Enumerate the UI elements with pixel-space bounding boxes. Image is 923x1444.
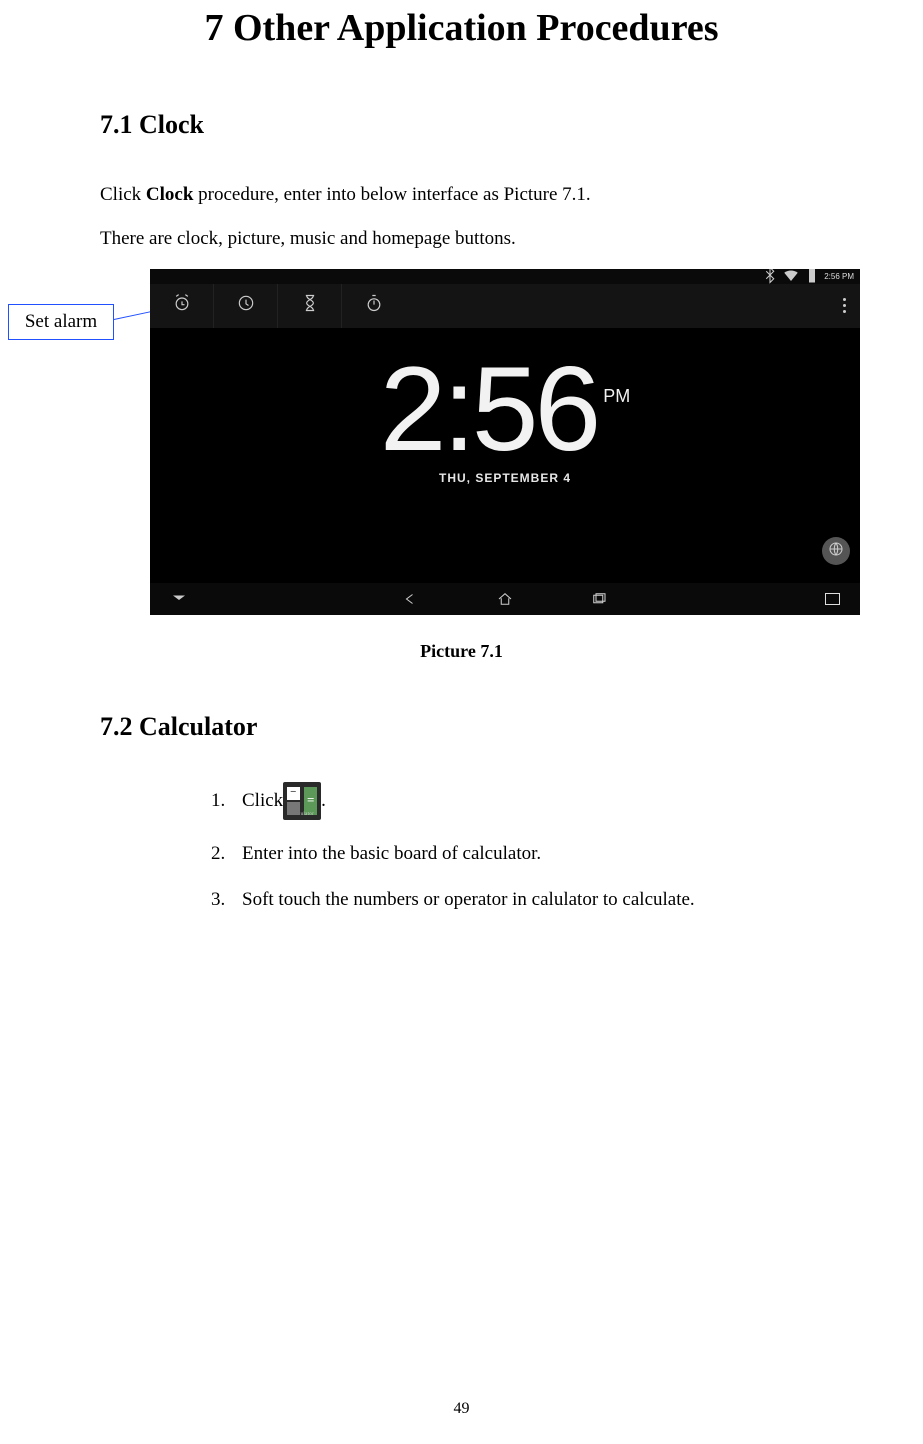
clock-display: 2:56PM THU, SEPTEMBER 4 <box>150 349 860 485</box>
minus-icon: − <box>290 785 296 799</box>
text: . <box>321 790 326 811</box>
status-time: 2:56 PM <box>824 272 854 281</box>
globe-button[interactable] <box>822 537 850 565</box>
icon-label: Calculator <box>283 812 321 819</box>
wifi-icon <box>782 269 800 287</box>
calculator-steps-list: Click − + = Calculator . Enter into the … <box>230 782 823 913</box>
tab-stopwatch[interactable] <box>342 284 406 328</box>
callout-set-alarm: Set alarm <box>8 304 114 340</box>
text: Click <box>100 184 146 205</box>
clock-tab-row <box>150 284 860 328</box>
dot-icon <box>843 298 846 301</box>
time-ampm: PM <box>603 386 630 406</box>
text: Click <box>242 790 283 811</box>
globe-icon <box>827 540 845 561</box>
time-value: 2:56 <box>380 342 598 476</box>
alarm-icon <box>172 293 192 318</box>
section-7-1-para-1: Click Clock procedure, enter into below … <box>100 180 823 210</box>
text: procedure, enter into below interface as… <box>193 184 590 205</box>
figure-caption-7-1: Picture 7.1 <box>100 641 823 662</box>
tab-alarm[interactable] <box>150 284 214 328</box>
bluetooth-icon <box>761 269 779 287</box>
section-7-2-title: 7.2 Calculator <box>100 712 823 742</box>
page-number: 49 <box>0 1400 923 1418</box>
page-title: 7 Other Application Procedures <box>100 6 823 50</box>
equals-icon: = <box>304 787 317 815</box>
clock-date: THU, SEPTEMBER 4 <box>150 471 860 485</box>
tab-clock[interactable] <box>214 284 278 328</box>
stopwatch-icon <box>364 293 384 318</box>
dot-icon <box>843 304 846 307</box>
clock-time: 2:56PM <box>150 349 860 469</box>
volume-down-icon[interactable] <box>170 588 188 609</box>
clock-screenshot: 2:56 PM <box>150 269 860 615</box>
back-button[interactable] <box>402 590 420 608</box>
bold-clock: Clock <box>146 184 194 205</box>
dot-icon <box>843 310 846 313</box>
screenshot-button[interactable] <box>825 593 840 605</box>
calculator-app-icon: − + = Calculator <box>283 782 321 820</box>
system-nav-bar <box>150 583 860 615</box>
clock-icon <box>236 293 256 318</box>
home-button[interactable] <box>496 590 514 608</box>
recents-button[interactable] <box>590 590 608 608</box>
list-item: Soft touch the numbers or operator in ca… <box>230 888 823 913</box>
plus-icon: + <box>290 802 296 816</box>
list-item: Click − + = Calculator . <box>230 782 823 820</box>
battery-icon <box>803 269 821 287</box>
section-7-1-title: 7.1 Clock <box>100 110 823 140</box>
tab-timer[interactable] <box>278 284 342 328</box>
list-item: Enter into the basic board of calculator… <box>230 842 823 867</box>
callout-label: Set alarm <box>25 311 97 333</box>
overflow-menu-button[interactable] <box>828 298 860 313</box>
status-bar: 2:56 PM <box>150 269 860 284</box>
section-7-1-para-2: There are clock, picture, music and home… <box>100 224 823 254</box>
hourglass-icon <box>300 293 320 318</box>
